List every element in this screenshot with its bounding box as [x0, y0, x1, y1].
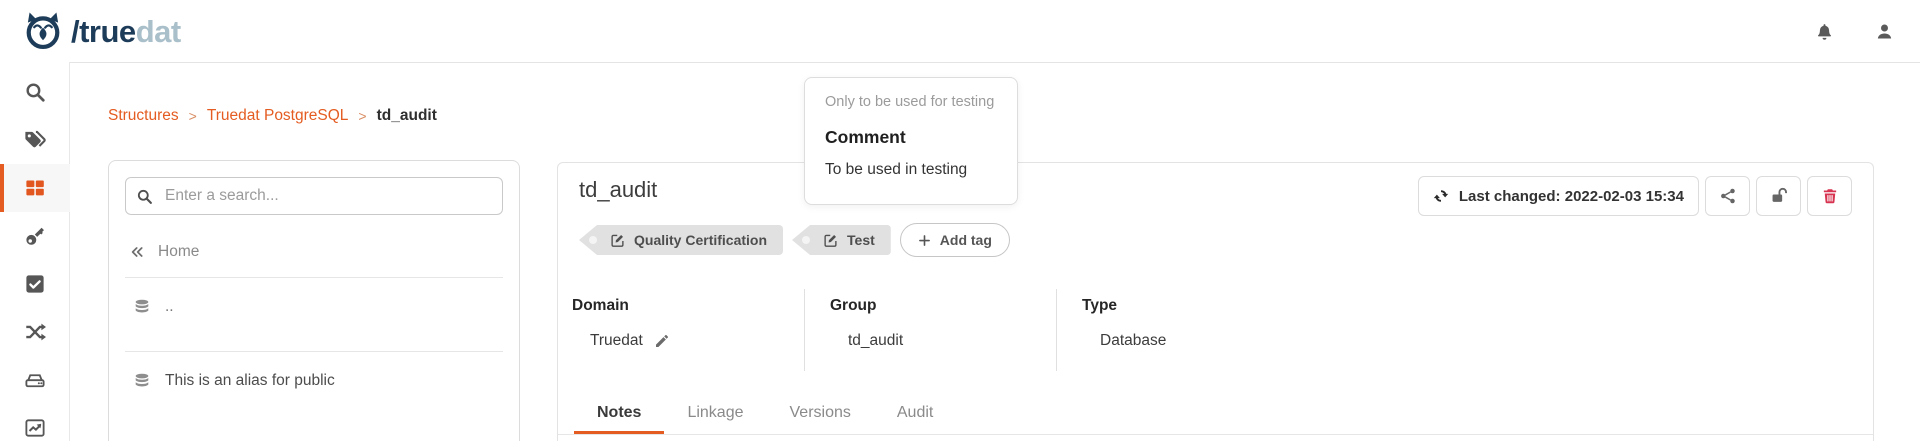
share-button[interactable] [1705, 176, 1750, 216]
home-label: Home [158, 243, 199, 261]
tab-notes[interactable]: Notes [574, 395, 664, 434]
tags-icon [24, 129, 46, 151]
breadcrumb-structures[interactable]: Structures [108, 107, 179, 125]
bell-icon[interactable] [1815, 22, 1834, 41]
sidebar-item-structures-grid[interactable] [0, 164, 70, 212]
sidebar-rail [0, 62, 70, 441]
field-label: Domain [572, 297, 804, 315]
sidebar-item-search[interactable] [0, 68, 70, 116]
tooltip-note: Only to be used for testing [825, 94, 1005, 110]
list-item-alias[interactable]: This is an alias for public [109, 352, 519, 409]
last-changed-label: Last changed: 2022-02-03 15:34 [1459, 188, 1684, 205]
grid-icon [24, 177, 46, 199]
sidebar-item-hdd[interactable] [0, 356, 70, 404]
tag-list: Quality Certification Test Add tag [579, 223, 1010, 257]
field-value: Database [1100, 332, 1166, 350]
sidebar-item-check-square[interactable] [0, 260, 70, 308]
tab-linkage[interactable]: Linkage [664, 395, 766, 434]
field-label: Type [1082, 297, 1166, 315]
tab-audit[interactable]: Audit [874, 395, 956, 434]
header-actions: Last changed: 2022-02-03 15:34 [1418, 176, 1852, 216]
sidebar-item-chart-line[interactable] [0, 404, 70, 441]
trash-icon [1821, 187, 1839, 205]
tooltip-body: To be used in testing [825, 161, 1005, 179]
key-icon [24, 225, 46, 247]
last-changed-button[interactable]: Last changed: 2022-02-03 15:34 [1418, 176, 1699, 216]
search-icon [136, 188, 153, 205]
hdd-icon [24, 369, 46, 391]
list-item-label: .. [165, 298, 174, 316]
unlock-icon [1770, 187, 1788, 205]
list-item-label: This is an alias for public [165, 372, 335, 390]
page-title: td_audit [579, 177, 657, 203]
edit-square-icon [823, 233, 838, 248]
tag-test[interactable]: Test [792, 225, 891, 255]
logo-wordmark: /truedat [71, 16, 181, 47]
breadcrumb: Structures > Truedat PostgreSQL > td_aud… [108, 107, 437, 125]
tag-quality-certification[interactable]: Quality Certification [579, 225, 783, 255]
metadata-fields: Domain Truedat Group td_audit Type Datab… [558, 289, 1873, 371]
structure-detail-card: td_audit Last changed: 2022-02-03 15:34 … [557, 162, 1874, 441]
field-type: Type Database [1056, 289, 1166, 371]
add-tag-button[interactable]: Add tag [900, 223, 1010, 257]
field-label: Group [830, 297, 1056, 315]
breadcrumb-separator: > [189, 108, 197, 124]
chevron-double-left-icon [129, 244, 145, 260]
field-domain: Domain Truedat [558, 289, 804, 371]
sidebar-item-shuffle[interactable] [0, 308, 70, 356]
list-item-parent[interactable]: .. [109, 278, 519, 335]
add-tag-label: Add tag [940, 232, 992, 248]
tab-versions[interactable]: Versions [767, 395, 874, 434]
database-icon [133, 372, 151, 390]
field-value: td_audit [848, 332, 903, 350]
top-bar: /truedat [0, 0, 1920, 63]
plus-icon [918, 234, 931, 247]
search-icon [24, 81, 46, 103]
sidebar-item-key[interactable] [0, 212, 70, 260]
sidebar-item-tags[interactable] [0, 116, 70, 164]
panel-search-box [125, 177, 503, 215]
truedat-logo[interactable]: /truedat [22, 0, 181, 62]
unlock-button[interactable] [1756, 176, 1801, 216]
tag-label: Test [847, 232, 875, 248]
share-icon [1719, 187, 1737, 205]
structure-browser-panel: Home .. This is an alias for public [108, 160, 520, 441]
field-group: Group td_audit [804, 289, 1056, 371]
field-value: Truedat [590, 332, 643, 350]
edit-square-icon [610, 233, 625, 248]
breadcrumb-system[interactable]: Truedat PostgreSQL [207, 107, 349, 125]
owl-logo-icon [22, 10, 64, 52]
check-square-icon [24, 273, 46, 295]
breadcrumb-current: td_audit [377, 107, 437, 125]
chart-line-icon [24, 417, 46, 439]
tag-label: Quality Certification [634, 232, 767, 248]
tooltip-title: Comment [825, 127, 1005, 148]
shuffle-icon [24, 321, 46, 343]
refresh-icon [1433, 188, 1449, 204]
database-icon [133, 298, 151, 316]
home-link[interactable]: Home [129, 243, 199, 261]
detail-tabs: Notes Linkage Versions Audit [558, 395, 1873, 435]
comment-tooltip: Only to be used for testing Comment To b… [804, 77, 1018, 205]
pencil-icon[interactable] [654, 333, 670, 349]
delete-button[interactable] [1807, 176, 1852, 216]
truedat-app: /truedat [0, 0, 1920, 441]
topbar-actions [1815, 0, 1894, 62]
search-input[interactable] [163, 186, 492, 206]
breadcrumb-separator: > [358, 108, 366, 124]
user-icon[interactable] [1875, 22, 1894, 41]
